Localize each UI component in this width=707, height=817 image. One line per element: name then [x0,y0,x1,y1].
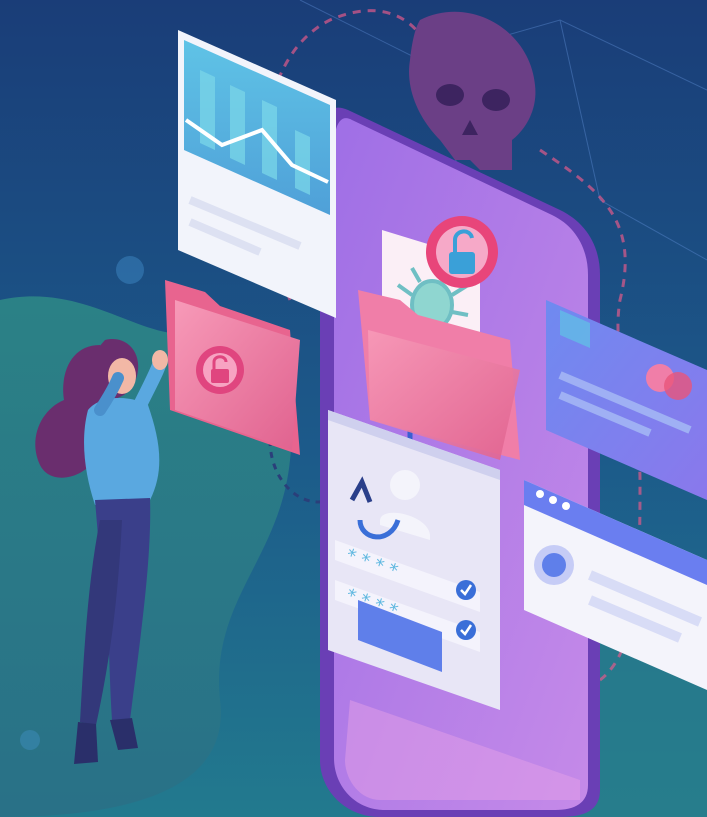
lock-icon [196,346,244,394]
illustration-canvas: * * * * * * * * [0,0,707,817]
bokeh-light [116,256,144,284]
shirt [84,398,160,505]
bokeh-light [20,730,40,750]
open-lock-icon [426,216,498,288]
check-icon [456,620,476,640]
check-icon [456,580,476,600]
